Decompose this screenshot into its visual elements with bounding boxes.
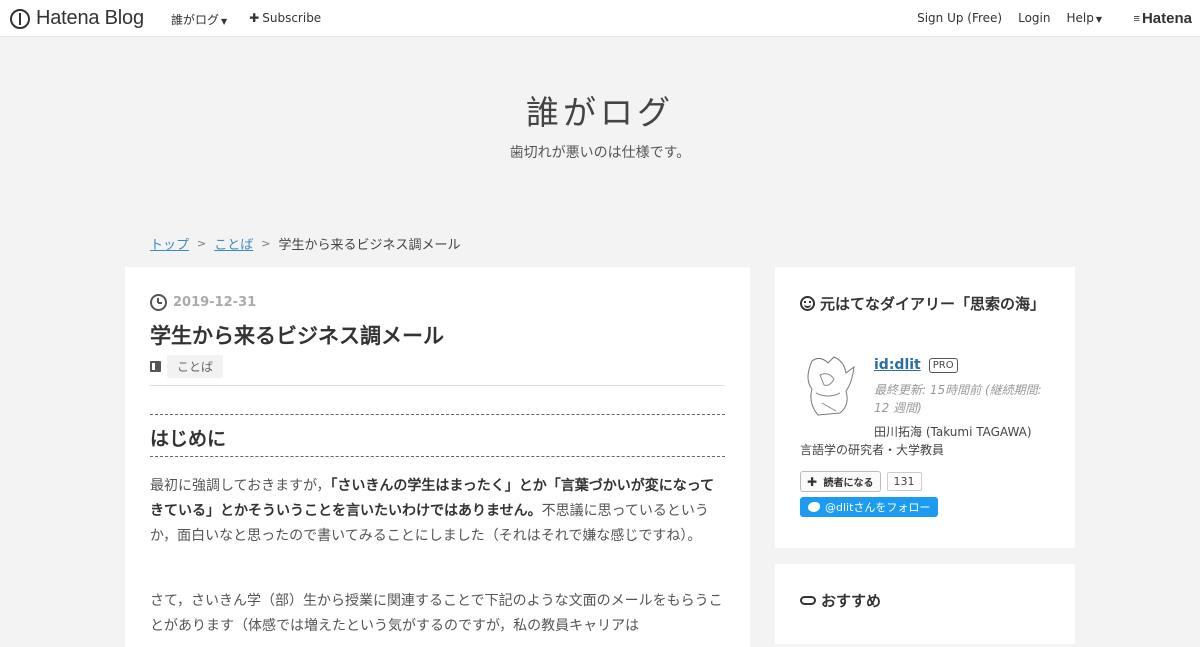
breadcrumb-category[interactable]: ことば — [214, 234, 253, 253]
entry-title[interactable]: 学生から来るビジネス調メール — [150, 320, 444, 350]
signup-link[interactable]: Sign Up (Free) — [917, 11, 1002, 25]
breadcrumb-top[interactable]: トップ — [150, 234, 189, 253]
real-name: 田川拓海 (Takumi TAGAWA) — [874, 425, 1032, 439]
hatena-logo[interactable]: ≡ Hatena — [1134, 10, 1192, 27]
entry-categories: ことば — [150, 355, 224, 378]
category-icon — [150, 361, 161, 372]
subscribe-label: Subscribe — [262, 11, 322, 25]
plus-icon: ✚ — [807, 475, 818, 489]
profile-module: 元はてなダイアリー「思索の海」 id:dlit PRO 最終更新: 15時間前 … — [775, 267, 1075, 548]
reader-count: 131 — [886, 472, 922, 491]
last-update-text: 最終更新: 15時間前 (継続期間: 12 週間) — [874, 383, 1042, 415]
pro-badge: PRO — [928, 357, 958, 373]
hatena-blog-logo-icon — [10, 8, 30, 29]
breadcrumb-current: 学生から来るビジネス調メール — [278, 238, 461, 253]
divider — [150, 385, 725, 386]
global-header: Hatena Blog 誰がログ ▼ ✚ Subscribe Sign Up (Fr… — [0, 0, 1200, 37]
reader-row: ✚ 読者になる 131 — [800, 471, 922, 492]
login-link[interactable]: Login — [1018, 11, 1050, 25]
section-heading: はじめに — [150, 414, 725, 457]
profile-id-row: id:dlit PRO — [874, 357, 958, 373]
breadcrumb-separator: > — [261, 237, 271, 250]
recommend-module: おすすめ — [775, 564, 1075, 644]
article-card: 2019-12-31 学生から来るビジネス調メール ことば はじめに 最初に強調… — [125, 267, 750, 647]
avatar[interactable] — [800, 353, 860, 419]
blog-title[interactable]: 誰がログ — [0, 86, 1200, 134]
entry-date[interactable]: 2019-12-31 — [150, 294, 256, 311]
twitter-follow-button[interactable]: @dlitさんをフォロー — [800, 497, 939, 517]
plus-icon: ✚ — [249, 11, 260, 25]
help-dropdown[interactable]: Help ▼ — [1066, 11, 1102, 25]
intro-text-a: 最初に強調しておきますが， — [150, 478, 331, 494]
help-label: Help — [1066, 11, 1094, 25]
header-nav-left: 誰がログ ▼ ✚ Subscribe — [171, 11, 321, 28]
user-id-link[interactable]: id:dlit — [874, 357, 921, 373]
become-reader-label: 読者になる — [823, 478, 874, 489]
breadcrumb-separator: > — [197, 237, 207, 250]
twitter-follow-label: @dlitさんをフォロー — [825, 501, 931, 514]
clock-icon — [150, 294, 167, 311]
caret-down-icon: ▼ — [1095, 15, 1102, 24]
logo-text: Hatena Blog — [36, 7, 144, 29]
profile-module-title-text: 元はてなダイアリー「思索の海」 — [820, 295, 1046, 313]
recommend-module-title: おすすめ — [800, 589, 1050, 614]
blog-menu-dropdown[interactable]: 誰がログ ▼ — [171, 11, 227, 28]
recommend-title-text: おすすめ — [821, 592, 882, 610]
header-nav-right: Sign Up (Free) Login Help ▼ — [917, 11, 1102, 25]
profile-module-title: 元はてなダイアリー「思索の海」 — [800, 292, 1050, 317]
hatena-logo-text: Hatena — [1141, 10, 1192, 27]
breadcrumb: トップ > ことば > 学生から来るビジネス調メール — [150, 234, 460, 253]
profile-description: 言語学の研究者・大学教員 — [800, 443, 945, 457]
blog-menu-label: 誰がログ — [171, 13, 220, 27]
entry-date-text: 2019-12-31 — [173, 295, 257, 310]
subscribe-button[interactable]: ✚ Subscribe — [249, 11, 321, 28]
caret-down-icon: ▼ — [221, 17, 228, 26]
category-tag[interactable]: ことば — [167, 355, 224, 378]
link-icon — [800, 596, 816, 605]
hatena-blog-logo[interactable]: Hatena Blog — [10, 7, 144, 30]
become-reader-button[interactable]: ✚ 読者になる — [800, 471, 881, 492]
smile-icon — [800, 296, 815, 311]
blog-description: 歯切れが悪いのは仕様です。 — [509, 145, 691, 161]
paragraph-intro: 最初に強調しておきますが，「さいきんの学生はまったく」とか「言葉づかいが変になっ… — [150, 474, 725, 549]
hatena-mark-icon: ≡ — [1133, 12, 1141, 25]
twitter-bird-icon — [808, 502, 820, 512]
paragraph-second: さて，さいきん学（部）生から授業に関連することで下記のような文面のメールをもらう… — [150, 593, 723, 634]
